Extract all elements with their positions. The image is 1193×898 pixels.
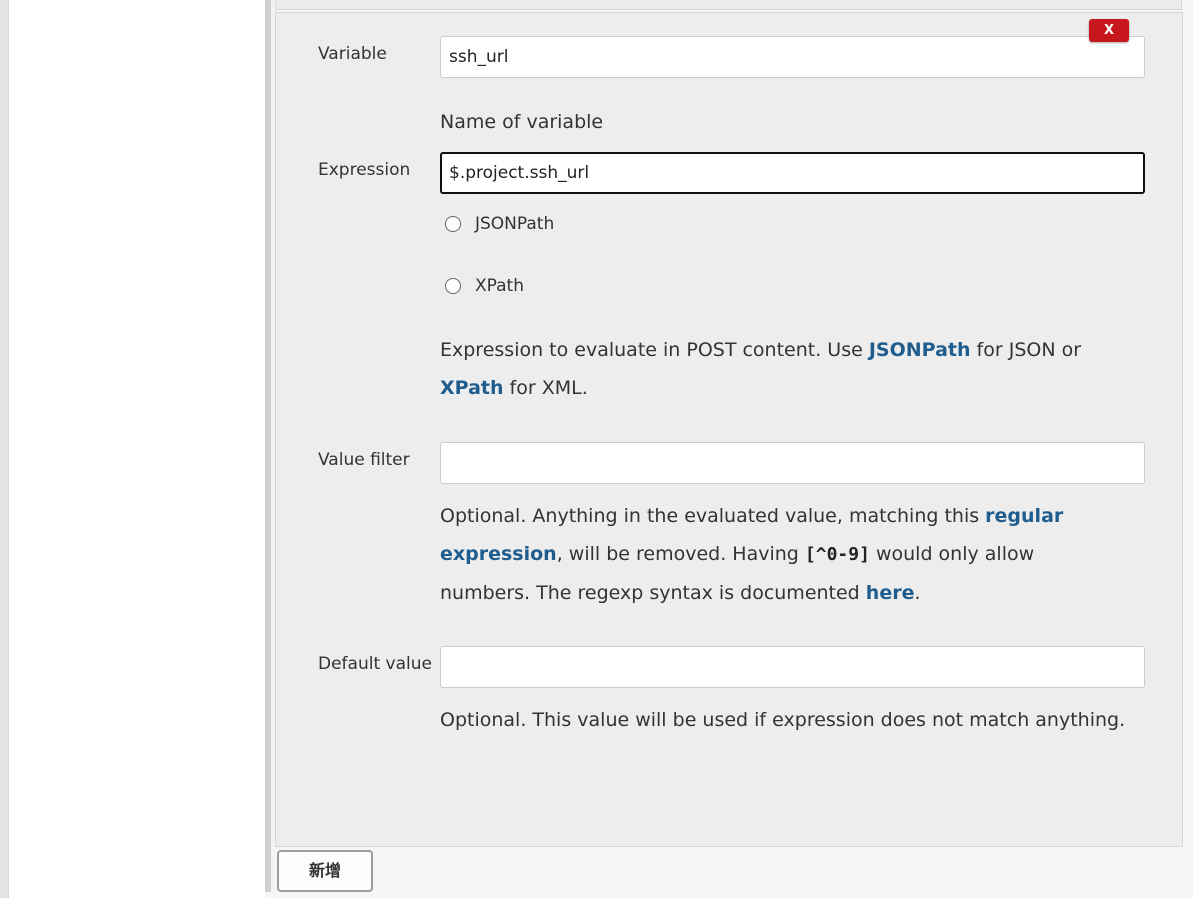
default-value-help: Optional. This value will be used if exp… [440, 709, 1126, 731]
expression-help-text-3: for XML. [503, 377, 588, 399]
value-filter-input[interactable] [440, 442, 1145, 484]
jsonpath-radio[interactable] [445, 216, 461, 232]
previous-card-edge [275, 0, 1182, 10]
value-filter-help-text-1: Optional. Anything in the evaluated valu… [440, 505, 986, 527]
value-filter-label: Value filter [318, 450, 410, 470]
regexp-syntax-here-link[interactable]: here [866, 582, 915, 604]
section-divider-highlight [271, 0, 274, 892]
jsonpath-option[interactable]: JSONPath [445, 214, 554, 234]
delete-parameter-button[interactable]: X [1089, 19, 1129, 42]
expression-help-text-1: Expression to evaluate in POST content. … [440, 339, 869, 361]
expression-help: Expression to evaluate in POST content. … [440, 331, 1140, 407]
xpath-radio[interactable] [445, 278, 461, 294]
default-value-label: Default value [318, 654, 432, 674]
expression-input[interactable] [440, 152, 1145, 194]
variable-label: Variable [318, 44, 387, 64]
add-button[interactable]: 新增 [277, 850, 373, 892]
value-filter-help-text-2: , will be removed. Having [556, 543, 805, 565]
variable-help: Name of variable [440, 111, 604, 133]
expression-label: Expression [318, 160, 411, 180]
jsonpath-link[interactable]: JSONPath [869, 339, 971, 361]
variable-input[interactable] [440, 36, 1145, 78]
regex-example-code: [^0-9] [804, 544, 870, 565]
expression-help-text-2: for JSON or [970, 339, 1082, 361]
jsonpath-radio-label: JSONPath [475, 214, 555, 234]
xpath-radio-label: XPath [475, 276, 524, 296]
page: X Variable Name of variable Expression J… [0, 0, 1193, 898]
value-filter-help-text-4: . [914, 582, 921, 604]
left-edge [0, 0, 9, 898]
value-filter-help: Optional. Anything in the evaluated valu… [440, 497, 1130, 612]
left-sidebar [9, 0, 265, 898]
xpath-option[interactable]: XPath [445, 276, 524, 296]
default-value-input[interactable] [440, 646, 1145, 688]
xpath-link[interactable]: XPath [440, 377, 504, 399]
